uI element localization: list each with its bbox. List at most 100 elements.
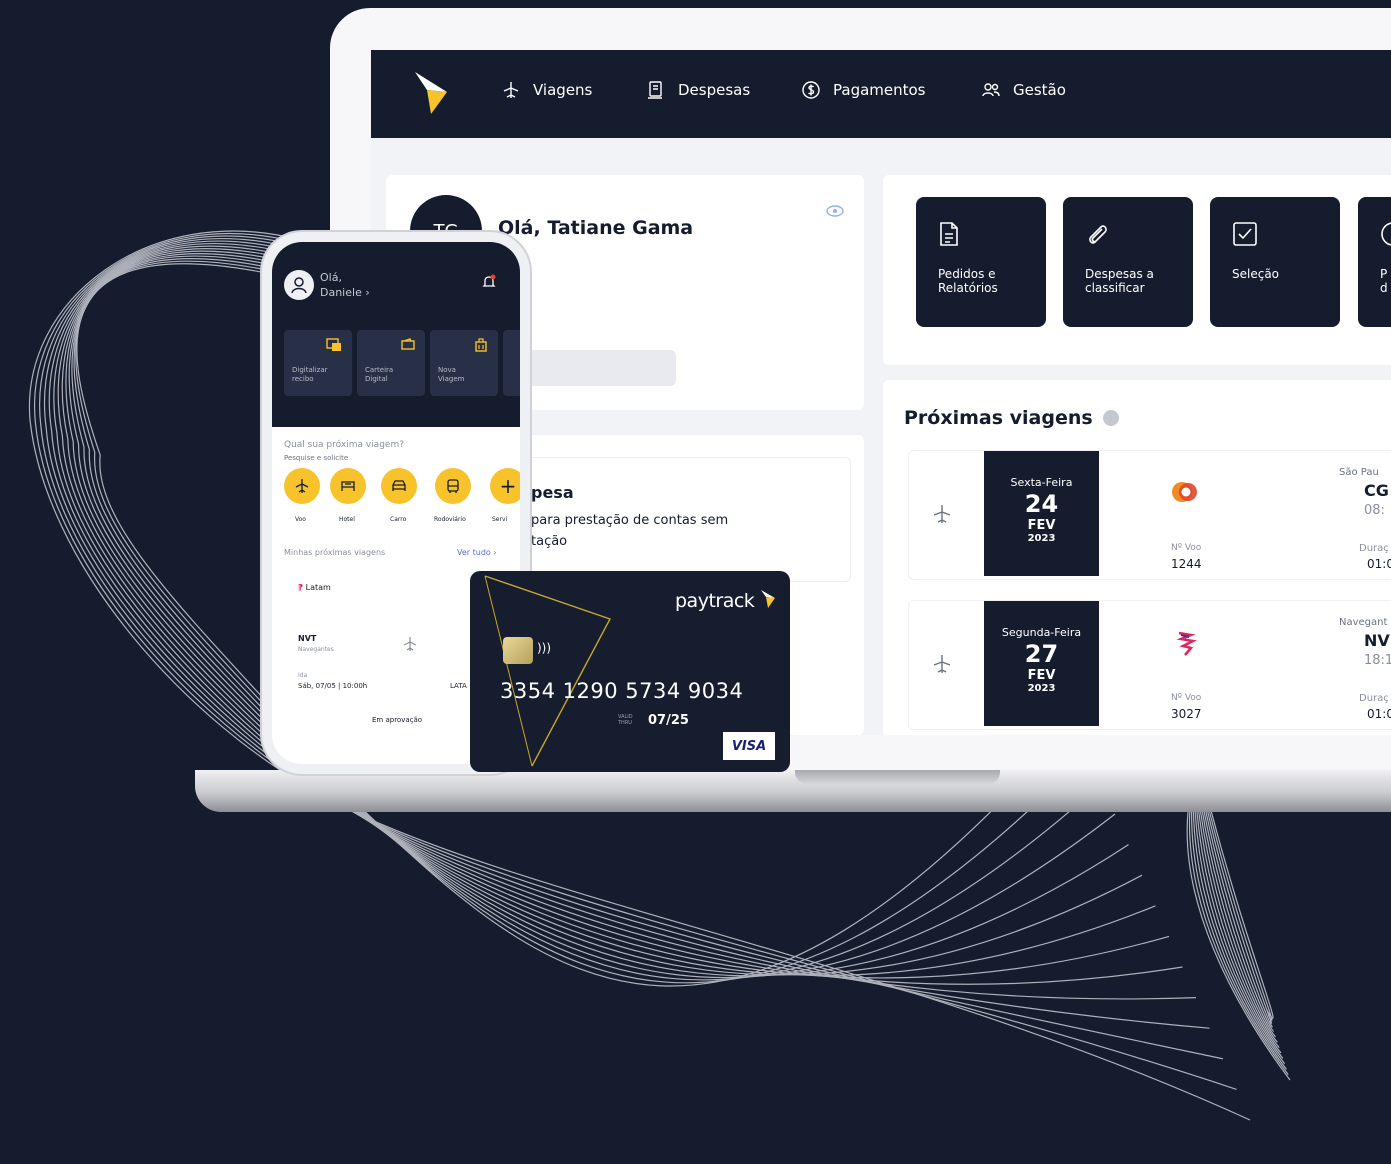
departure-time: 08: — [1364, 503, 1385, 518]
origin-city: São Pau — [1339, 467, 1379, 478]
phone-tile-nova-viagem[interactable]: Nova Viagem — [430, 330, 498, 396]
category-label: Voo — [295, 516, 306, 523]
trip-month: FEV — [1027, 518, 1056, 533]
bus-icon — [447, 479, 459, 493]
phone-user-name: Daniele — [320, 286, 362, 299]
card-brand-text: paytrack — [675, 590, 755, 612]
luggage-icon — [475, 338, 487, 352]
flight-number: 1244 — [1171, 557, 1202, 571]
expense-desc-line: para prestação de contas sem — [531, 513, 729, 528]
phone-tile-label: Digitalizar — [292, 366, 328, 374]
tile-label-line: Despesas a — [1085, 267, 1154, 281]
plane-icon — [933, 505, 951, 523]
car-icon — [392, 480, 406, 491]
nav-item-gestao[interactable]: Gestão — [981, 80, 1066, 100]
tile-label-line: classificar — [1085, 281, 1145, 295]
paytrack-credit-card: paytrack ))) 3354 1290 5734 9034 VALID T… — [470, 571, 790, 772]
top-navigation: Viagens Despesas Pagamentos Gestão — [371, 50, 1391, 138]
see-all-link[interactable]: Ver tudo › — [457, 548, 497, 557]
tile-partial[interactable]: P d — [1358, 197, 1391, 327]
trips-title-text: Próximas viagens — [904, 407, 1093, 429]
receipt-icon — [646, 80, 666, 100]
paperclip-icon — [1089, 225, 1107, 244]
phone-tile-carteira[interactable]: Carteira Digital — [357, 330, 425, 396]
bell-icon[interactable] — [482, 274, 496, 290]
nav-label: Pagamentos — [833, 81, 926, 99]
tile-label: P d — [1380, 267, 1391, 295]
phone-tile-digitalizar[interactable]: Digitalizar recibo — [284, 330, 352, 396]
tile-label-line: P — [1380, 267, 1388, 281]
phone-tile-partial[interactable] — [503, 330, 520, 396]
latam-logo-icon: ⁋ — [298, 583, 304, 592]
plane-icon — [403, 637, 417, 651]
expense-description: para prestação de contas sem tação — [531, 510, 771, 552]
phone-section-title: Minhas próximas viagens — [284, 548, 386, 557]
trip-weekday: Segunda-Feira — [1001, 626, 1082, 639]
paytrack-logo-icon[interactable] — [413, 70, 449, 116]
origin-code: NV — [1364, 631, 1390, 650]
trip-day: 27 — [1024, 640, 1059, 668]
tile-label-line: Seleção — [1232, 267, 1280, 281]
card-valid-thru: VALID THRU — [618, 714, 633, 726]
expense-desc-line: tação — [531, 534, 568, 549]
tile-label-line: Relatórios — [938, 281, 998, 295]
category-hotel-button[interactable] — [330, 468, 366, 504]
valid-label: THRU — [618, 720, 632, 726]
card-expiry: 07/25 — [648, 713, 689, 728]
category-more-button[interactable]: + — [490, 468, 520, 504]
nav-item-pagamentos[interactable]: Pagamentos — [801, 80, 926, 100]
phone-greeting[interactable]: Olá, Daniele › — [320, 270, 370, 300]
trip-weekday: Sexta-Feira — [1010, 476, 1073, 489]
phone-greeting-line: Olá, — [320, 271, 342, 284]
nav-item-viagens[interactable]: Viagens — [501, 80, 592, 100]
phone-header: Olá, Daniele › Digitalizar recibo Carteir… — [272, 242, 520, 427]
duration-value: 01:0 — [1367, 557, 1391, 571]
dollar-icon — [801, 80, 821, 100]
phone-trip-city: Navegantes — [298, 646, 334, 653]
trip-date: Sexta-Feira 24 FEV 2023 — [984, 451, 1099, 576]
phone-question: Qual sua próxima viagem? — [284, 440, 404, 450]
tile-despesas-classificar[interactable]: Despesas a classificar — [1063, 197, 1193, 327]
clock-icon — [1381, 222, 1391, 246]
trip-day: 24 — [1024, 490, 1059, 518]
airline-logo-icon — [1172, 482, 1197, 502]
avatar[interactable] — [284, 270, 314, 300]
category-label: Carro — [390, 516, 407, 523]
trip-row[interactable]: Sexta-Feira 24 FEV 2023 Nº Voo 1244 São … — [908, 450, 1391, 580]
greeting-title: Olá, Tatiane Gama — [498, 217, 694, 239]
phone-tile-label: recibo — [292, 375, 314, 383]
eye-icon[interactable] — [826, 205, 844, 217]
trip-row[interactable]: Segunda-Feira 27 FEV 2023 Nº Voo 3027 Na… — [908, 600, 1391, 730]
category-voo-button[interactable] — [284, 468, 320, 504]
wallet-icon — [401, 338, 415, 350]
scan-receipt-icon — [326, 338, 341, 351]
phone-trip-status: Em aprovação — [372, 716, 423, 724]
user-icon — [291, 277, 307, 294]
plane-icon — [501, 80, 521, 100]
tile-pedidos-relatorios[interactable]: Pedidos e Relatórios — [916, 197, 1046, 327]
phone-trip-airline: ⁋ Latam — [298, 583, 331, 592]
bed-icon — [341, 481, 355, 491]
tile-selecao[interactable]: Seleção — [1210, 197, 1340, 327]
visa-logo: VISA — [723, 732, 775, 760]
departure-time: 18:1 — [1364, 653, 1391, 668]
contactless-icon: ))) — [537, 641, 552, 655]
tile-label: Seleção — [1232, 267, 1332, 281]
phone-tile-label: Viagem — [438, 375, 465, 383]
nav-item-despesas[interactable]: Despesas — [646, 80, 750, 100]
category-label: Rodoviário — [434, 516, 466, 523]
category-label: Servi — [492, 516, 508, 523]
plus-icon: + — [499, 474, 517, 498]
phone-tile-label: Carteira — [365, 366, 394, 374]
phone-trip-date: Sáb, 07/05 | 10:00h — [298, 682, 368, 690]
trip-date: Segunda-Feira 27 FEV 2023 — [984, 601, 1099, 726]
trip-year: 2023 — [1027, 533, 1056, 544]
category-rodoviario-button[interactable] — [435, 468, 471, 504]
users-icon — [981, 80, 1001, 100]
origin-city: Navegant — [1339, 617, 1388, 628]
see-all-label: Ver tudo — [457, 548, 491, 557]
chevron-right-icon: › — [365, 286, 370, 299]
laptop-notch — [795, 770, 1000, 784]
info-icon[interactable] — [1102, 410, 1119, 426]
category-carro-button[interactable] — [381, 468, 417, 504]
